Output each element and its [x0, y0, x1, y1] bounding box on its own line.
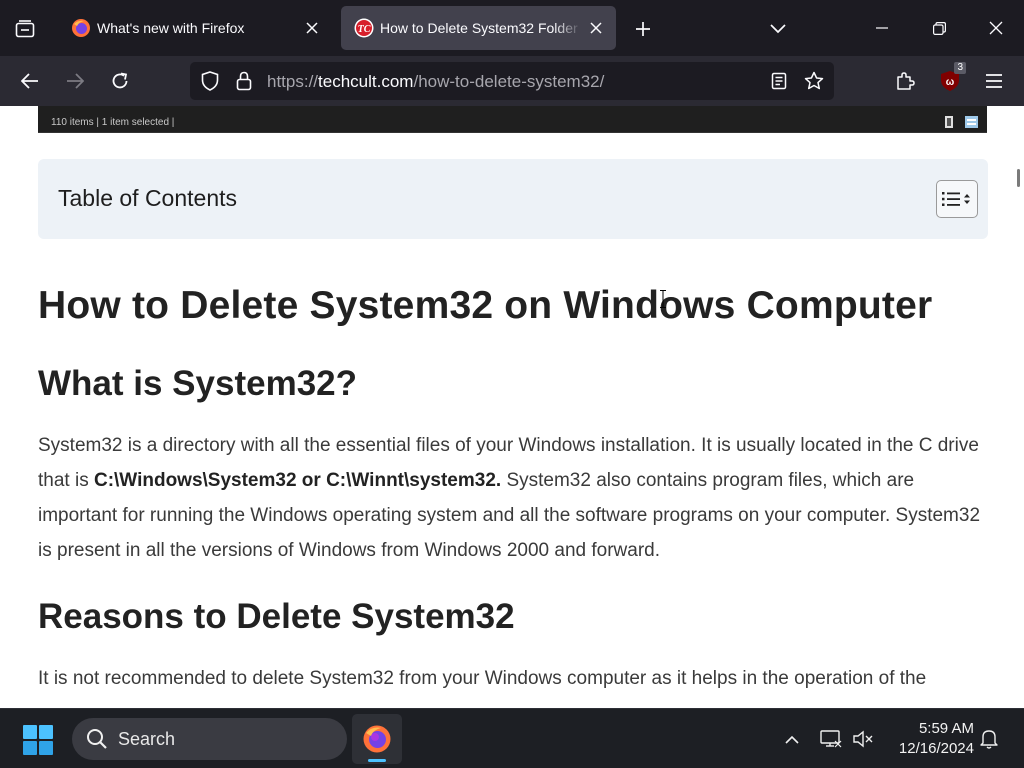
windows-taskbar: Search 5:59 AM 12/16/2024 — [0, 708, 1024, 768]
arrow-left-icon — [21, 73, 38, 89]
shield-icon[interactable] — [198, 69, 222, 93]
search-icon — [87, 729, 107, 749]
bookmark-star-icon[interactable] — [802, 69, 826, 93]
clock-time: 5:59 AM — [918, 720, 974, 737]
tab-title: What's new with Firefox — [97, 20, 245, 36]
close-window-button[interactable] — [968, 0, 1024, 56]
chevron-up-icon — [785, 735, 799, 744]
url-text[interactable]: https://techcult.com/how-to-delete-syste… — [267, 72, 604, 92]
explorer-status-text: 110 items | 1 item selected | — [51, 117, 175, 128]
volume-muted-icon[interactable] — [851, 727, 875, 751]
extension-badge: 3 — [954, 62, 966, 74]
reload-button[interactable] — [104, 65, 136, 97]
article-title: How to Delete System32 on Windows Comput… — [38, 284, 933, 327]
clock-date: 12/16/2024 — [898, 740, 974, 757]
system-clock[interactable]: 5:59 AM 12/16/2024 — [884, 719, 974, 759]
url-path: /how-to-delete-system32/ — [413, 72, 605, 91]
notifications-bell-icon[interactable] — [977, 727, 1001, 751]
text-cursor-icon — [660, 290, 666, 308]
close-tab-icon[interactable] — [302, 18, 322, 38]
page-scrollbar[interactable] — [1017, 169, 1020, 187]
restore-icon — [932, 21, 946, 35]
plus-icon — [636, 22, 650, 36]
search-label: Search — [118, 729, 176, 749]
back-button[interactable] — [14, 65, 46, 97]
firefox-view-button[interactable] — [10, 14, 40, 44]
chevron-down-icon — [770, 24, 786, 34]
firefox-icon — [363, 725, 391, 753]
close-tab-icon[interactable] — [586, 18, 606, 38]
toc-title: Table of Contents — [58, 185, 238, 211]
app-menu-button[interactable] — [978, 65, 1010, 97]
close-icon — [989, 21, 1003, 35]
url-protocol: https:// — [267, 72, 319, 91]
page-content: 110 items | 1 item selected | Table of C… — [0, 106, 1024, 708]
article-screenshot-strip: 110 items | 1 item selected | — [38, 106, 987, 133]
arrow-right-icon — [67, 73, 84, 89]
url-host: techcult.com — [318, 72, 414, 91]
details-view-icon — [945, 116, 953, 128]
paragraph-bold-path: C:\Windows\System32 or C:\Winnt\system32… — [93, 470, 502, 491]
reload-icon — [112, 72, 128, 89]
section-heading-reasons: Reasons to Delete System32 — [38, 597, 515, 636]
network-icon[interactable] — [819, 727, 843, 751]
techcult-icon: TC — [354, 18, 374, 38]
hamburger-menu-icon — [986, 74, 1002, 88]
table-of-contents: Table of Contents — [38, 159, 988, 239]
svg-text:TC: TC — [358, 24, 371, 35]
list-toggle-icon — [942, 192, 970, 206]
minimize-button[interactable] — [854, 0, 910, 56]
new-tab-button[interactable] — [628, 14, 658, 44]
windows-start-icon[interactable] — [21, 723, 55, 757]
taskbar-firefox[interactable] — [352, 714, 402, 764]
section-paragraph-reasons: It is not recommended to delete System32… — [38, 668, 927, 689]
url-bar[interactable]: https://techcult.com/how-to-delete-syste… — [190, 62, 834, 100]
extensions-button[interactable] — [889, 65, 921, 97]
tiles-view-icon — [965, 116, 978, 128]
firefox-icon — [72, 19, 90, 37]
tab-delete-system32[interactable]: TC How to Delete System32 Folder — [341, 6, 616, 50]
taskbar-search[interactable]: Search — [72, 718, 347, 760]
svg-text:ω: ω — [946, 77, 955, 88]
firefox-view-icon — [15, 20, 35, 38]
forward-button[interactable] — [59, 65, 91, 97]
restore-button[interactable] — [911, 0, 967, 56]
show-hidden-icons-button[interactable] — [780, 727, 804, 751]
tab-title: How to Delete System32 Folder — [380, 20, 578, 36]
list-all-tabs-button[interactable] — [762, 14, 794, 44]
tab-strip: What's new with Firefox TC How to Delete… — [0, 0, 1024, 56]
section-paragraph-what-is: System32 is a directory with all the ess… — [38, 428, 998, 568]
ublock-extension-button[interactable]: ω 3 — [934, 62, 966, 97]
reader-view-icon[interactable] — [767, 69, 791, 93]
section-heading-what-is: What is System32? — [38, 364, 357, 403]
puzzle-icon — [897, 72, 915, 90]
active-app-indicator — [368, 759, 386, 762]
lock-icon[interactable] — [232, 69, 256, 93]
minimize-icon — [876, 27, 888, 29]
tab-whats-new-firefox[interactable]: What's new with Firefox — [58, 6, 332, 50]
toc-toggle-button[interactable] — [936, 180, 978, 218]
navigation-toolbar: https://techcult.com/how-to-delete-syste… — [0, 56, 1024, 106]
